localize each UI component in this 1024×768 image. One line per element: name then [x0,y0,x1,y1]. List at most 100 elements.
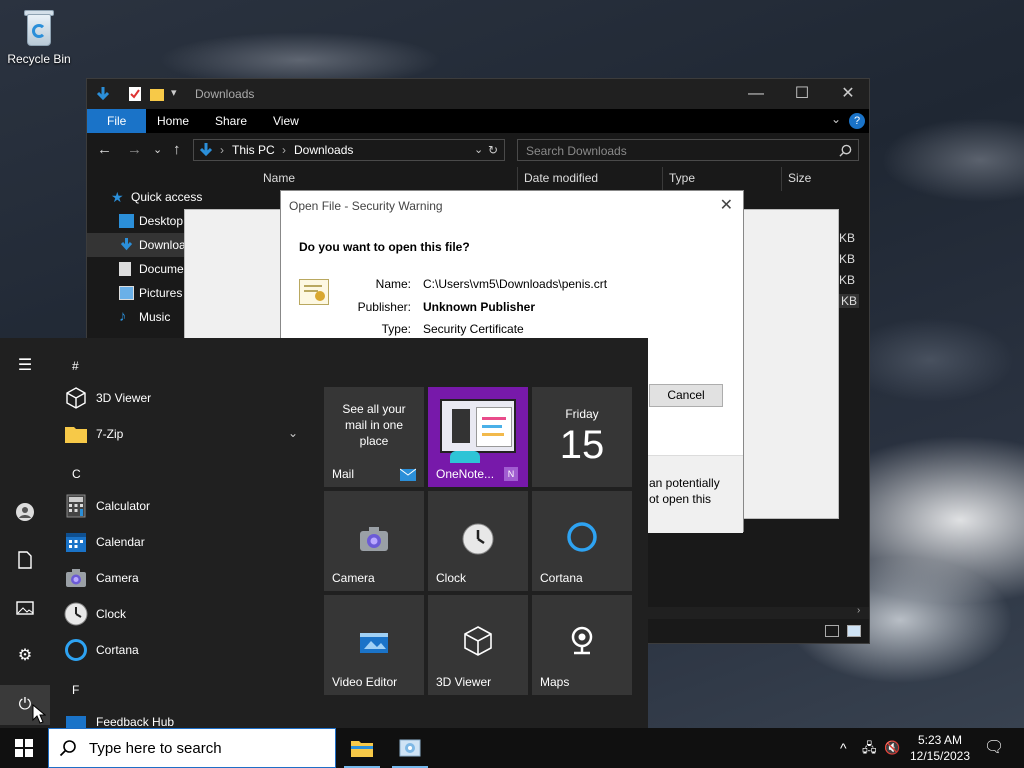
section-header-c[interactable]: C [72,467,81,481]
show-hidden-icons-chevron[interactable]: ^ [840,728,847,768]
forward-arrow-icon[interactable]: → [127,141,142,158]
tab-share[interactable]: Share [201,109,261,133]
app-7-zip[interactable]: 7-Zip ⌄ [64,418,312,452]
dialog-close-icon[interactable]: ✕ [720,195,733,215]
taskbar-clock[interactable]: 5:23 AM 12/15/2023 [906,732,974,764]
dialog-title: Open File - Security Warning [289,199,443,213]
clock-date: 12/15/2023 [909,749,971,763]
column-header-date-modified[interactable]: Date modified [524,171,598,185]
tab-home[interactable]: Home [143,109,203,133]
mouse-cursor-icon [32,704,46,724]
tile-onenote[interactable]: OneNote... N [428,387,528,487]
hamburger-menu-icon[interactable]: ☰ [10,351,40,381]
cancel-button[interactable]: Cancel [649,384,723,407]
calendar-icon [66,533,86,552]
address-dropdown-icon[interactable]: ⌄ [474,143,483,156]
tile-label: 3D Viewer [436,675,492,689]
documents-icon[interactable] [10,545,40,575]
taskbar-search-input[interactable]: Type here to search [48,728,336,768]
onenote-icon: N [504,467,518,481]
section-header-f[interactable]: F [72,683,79,697]
file-size-unit: KB [839,231,856,245]
help-icon[interactable]: ? [849,113,865,129]
app-calculator[interactable]: Calculator [64,490,312,524]
taskbar-certificate-app[interactable] [388,728,432,768]
minimize-button[interactable]: — [733,79,779,109]
tile-mail[interactable]: See all your mail in one place Mail [324,387,424,487]
column-header-size[interactable]: Size [788,171,811,185]
downloads-location-icon [199,143,213,157]
app-calendar[interactable]: Calendar [64,526,312,560]
column-header-name[interactable]: Name [263,171,295,185]
expand-chevron-icon[interactable]: ⌄ [288,426,298,440]
file-name-value: C:\Users\vm5\Downloads\penis.crt [423,277,608,291]
properties-icon[interactable] [127,86,143,102]
warning-text-line: an potentially [649,476,720,490]
breadcrumb-downloads[interactable]: Downloads [294,143,353,157]
tile-clock[interactable]: Clock [428,491,528,591]
network-icon[interactable]: 🖧 [862,728,877,768]
search-placeholder: Search Downloads [526,144,627,158]
app-list: # 3D Viewer 7-Zip ⌄ C Calculator Calenda… [50,338,312,730]
calendar-date: 15 [559,423,605,467]
recycle-bin-icon [21,8,57,48]
tile-label: Cortana [540,571,583,585]
camera-icon [360,527,388,551]
cortana-icon [567,522,597,552]
downloads-folder-icon [120,238,133,251]
folder-icon [65,427,87,443]
scroll-right-icon[interactable]: › [857,605,860,616]
section-header-hash[interactable]: # [72,359,79,373]
maps-pin-icon [571,626,593,655]
dialog-question: Do you want to open this file? [299,240,470,254]
tile-label: OneNote... [436,467,495,481]
certificate-app-icon [399,739,421,757]
taskbar-file-explorer[interactable] [340,728,384,768]
publisher-value: Unknown Publisher [423,300,536,314]
customize-toolbar-chevron-icon[interactable]: ▾ [171,86,177,99]
app-camera[interactable]: Camera [64,562,312,596]
name-label: Name: [375,277,411,291]
title-bar: ▾ Downloads — ☐ ✕ [87,79,869,109]
volume-muted-icon[interactable]: 🔇 [884,728,900,768]
expand-ribbon-icon[interactable]: ⌄ [831,112,841,126]
close-button[interactable]: ✕ [825,79,871,109]
recent-locations-chevron-icon[interactable]: ⌄ [153,143,162,156]
address-bar[interactable]: › This PC › Downloads ⌄ ↻ [193,139,505,161]
up-arrow-icon[interactable]: ↑ [173,141,181,158]
notifications-icon[interactable]: 🗨 [984,728,1004,768]
refresh-icon[interactable]: ↻ [488,143,498,157]
horizontal-scrollbar[interactable] [647,607,869,619]
tile-maps[interactable]: Maps [532,595,632,695]
recycle-bin-shortcut[interactable]: Recycle Bin [6,8,72,66]
details-view-icon[interactable] [825,625,839,637]
column-divider [781,167,782,191]
nav-quick-access[interactable]: ★ Quick access [87,185,247,209]
tile-calendar[interactable]: Friday 15 [532,387,632,487]
breadcrumb-separator: › [220,143,224,157]
app-3d-viewer[interactable]: 3D Viewer [64,382,312,416]
tile-video-editor[interactable]: Video Editor [324,595,424,695]
search-input[interactable]: Search Downloads [517,139,859,161]
taskbar-search-placeholder: Type here to search [89,740,222,757]
maximize-button[interactable]: ☐ [779,79,825,109]
camera-icon [66,569,86,587]
tab-view[interactable]: View [259,109,313,133]
app-cortana[interactable]: Cortana [64,634,312,668]
large-icons-view-icon[interactable] [847,625,861,637]
onenote-illustration [440,399,516,453]
settings-gear-icon[interactable]: ⚙ [10,641,40,671]
3d-viewer-icon [464,626,492,656]
user-account-icon[interactable] [10,497,40,527]
tile-cortana[interactable]: Cortana [532,491,632,591]
pictures-icon[interactable] [10,593,40,623]
breadcrumb-this-pc[interactable]: This PC [232,143,275,157]
start-button[interactable] [0,728,48,768]
tile-camera[interactable]: Camera [324,491,424,591]
tab-file[interactable]: File [87,109,147,133]
new-folder-icon[interactable] [149,86,165,102]
back-arrow-icon[interactable]: ← [97,141,112,158]
tile-3d-viewer[interactable]: 3D Viewer [428,595,528,695]
column-header-type[interactable]: Type [669,171,695,185]
app-clock[interactable]: Clock [64,598,312,632]
